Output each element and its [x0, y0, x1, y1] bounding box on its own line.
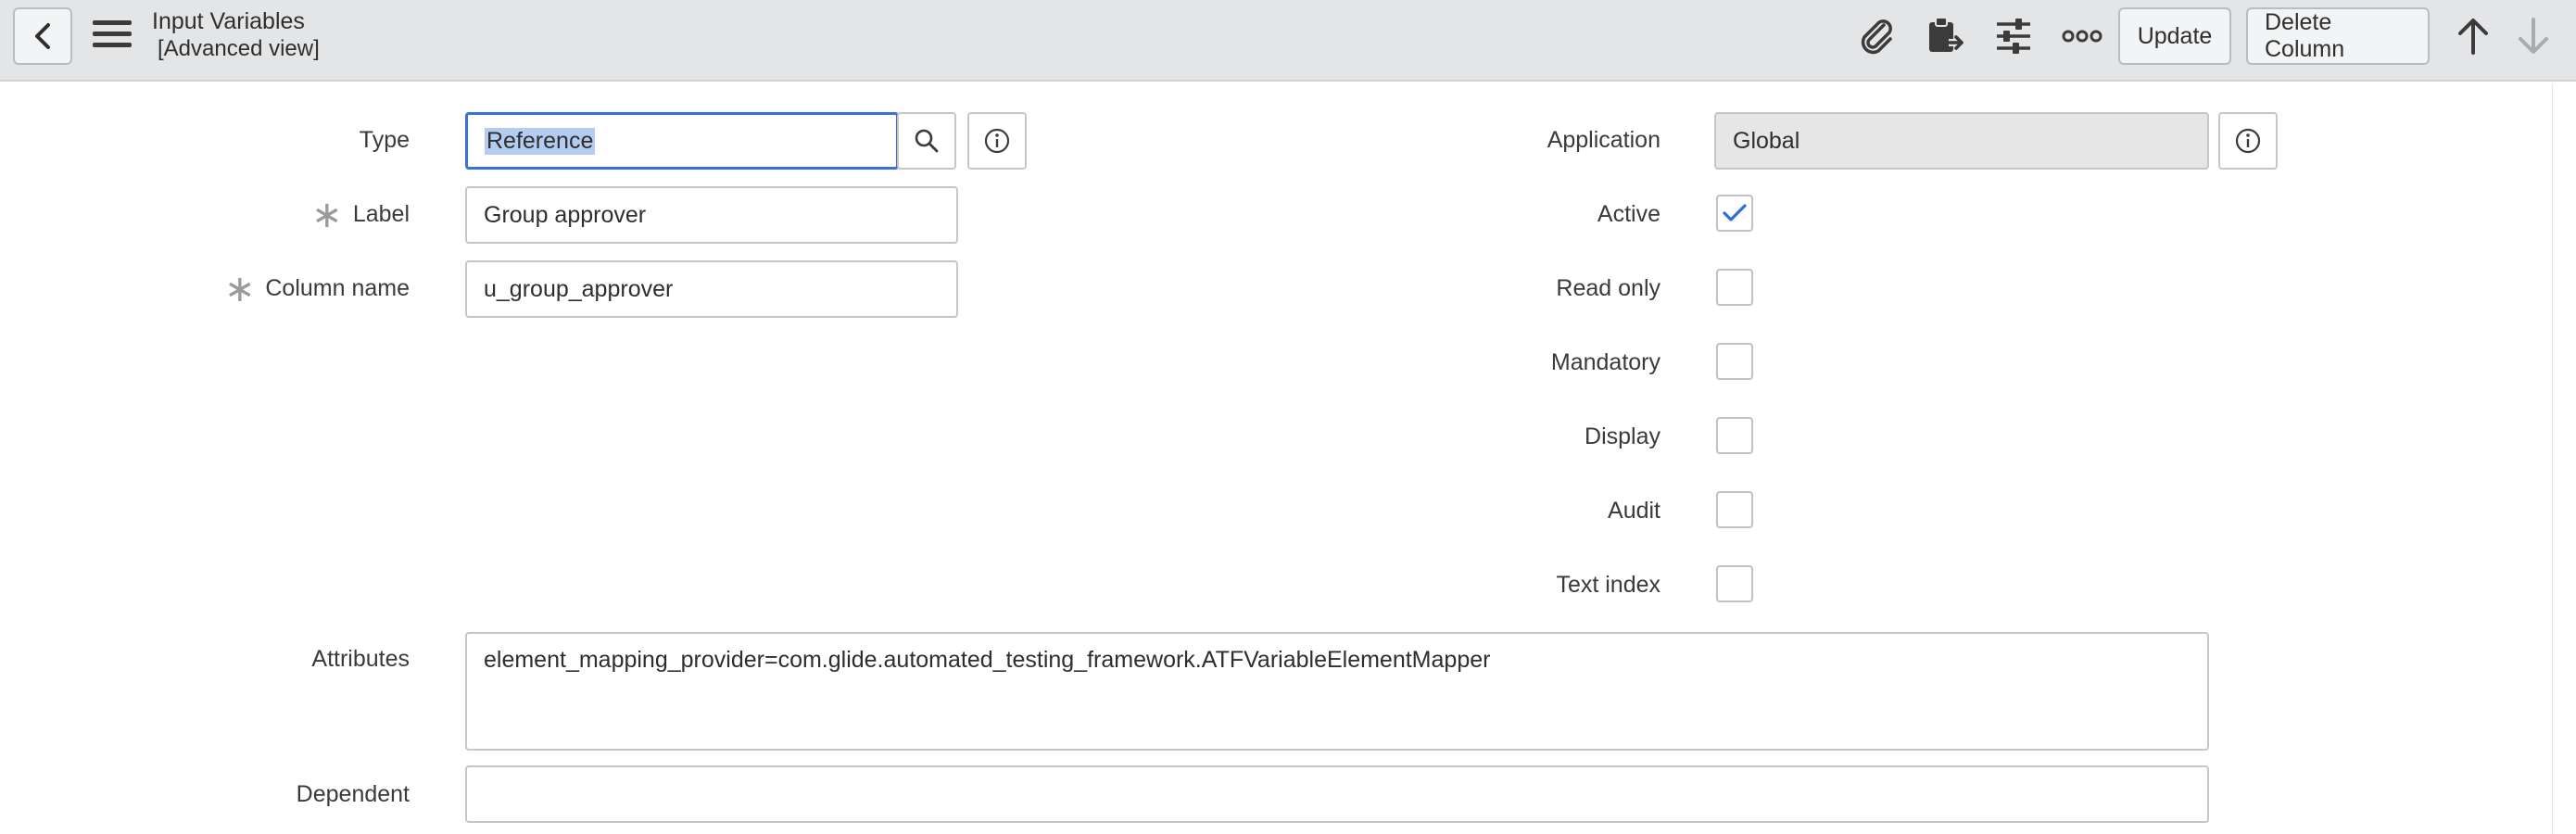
- settings-button[interactable]: [1990, 13, 2037, 59]
- application-field: Global: [1714, 112, 2209, 170]
- audit-checkbox[interactable]: [1716, 491, 1753, 528]
- type-lookup-button[interactable]: [897, 112, 956, 170]
- display-label: Display: [1585, 423, 1661, 449]
- attributes-textarea[interactable]: element_mapping_provider=com.glide.autom…: [465, 632, 2209, 751]
- read-only-label: Read only: [1556, 275, 1661, 301]
- delete-column-button[interactable]: Delete Column: [2246, 7, 2430, 65]
- info-icon: [2235, 128, 2261, 154]
- arrow-up-icon: [2458, 19, 2488, 55]
- type-label: Type: [359, 127, 410, 153]
- form-header: Input Variables [Advanced view] Update D…: [0, 0, 2576, 82]
- clipboard-icon: [1929, 17, 1964, 52]
- info-icon: [984, 128, 1010, 154]
- mandatory-label: Mandatory: [1550, 349, 1661, 375]
- previous-record-button[interactable]: [2450, 13, 2496, 59]
- view-subtitle: [Advanced view]: [158, 36, 320, 61]
- attachment-button[interactable]: [1853, 13, 1900, 59]
- chevron-left-icon: [35, 23, 50, 49]
- text-index-label: Text index: [1556, 572, 1661, 598]
- application-label: Application: [1547, 127, 1661, 153]
- search-icon: [915, 129, 939, 153]
- checkmark-icon: [1723, 204, 1747, 221]
- active-label: Active: [1597, 201, 1661, 227]
- column-name-input[interactable]: u_group_approver: [465, 260, 958, 318]
- sliders-icon: [1997, 19, 2030, 54]
- attributes-label: Attributes: [311, 646, 410, 672]
- next-record-button[interactable]: [2515, 13, 2552, 59]
- type-info-button[interactable]: [967, 112, 1027, 170]
- more-icon: [2062, 30, 2102, 43]
- read-only-checkbox[interactable]: [1716, 269, 1753, 306]
- audit-label: Audit: [1608, 498, 1661, 524]
- type-input[interactable]: Reference: [465, 112, 899, 170]
- column-name-label: Column name: [265, 275, 410, 301]
- hamburger-menu-button[interactable]: [93, 20, 132, 52]
- page-title: Input Variables: [152, 8, 305, 34]
- back-button[interactable]: [13, 7, 72, 65]
- label-field-label: Label: [352, 201, 410, 227]
- dependent-input[interactable]: [465, 765, 2209, 823]
- paperclip-icon: [1861, 19, 1892, 55]
- label-input[interactable]: Group approver: [465, 186, 958, 244]
- display-checkbox[interactable]: [1716, 417, 1753, 454]
- type-value: Reference: [485, 127, 596, 155]
- text-index-checkbox[interactable]: [1716, 565, 1753, 602]
- clipboard-button[interactable]: [1922, 13, 1968, 59]
- application-info-button[interactable]: [2218, 112, 2278, 170]
- dependent-label: Dependent: [296, 781, 410, 807]
- update-button[interactable]: Update: [2118, 7, 2231, 65]
- active-checkbox[interactable]: [1716, 195, 1753, 232]
- arrow-down-icon: [2519, 18, 2548, 54]
- more-options-button[interactable]: [2059, 13, 2105, 59]
- scrollbar[interactable]: [2552, 83, 2576, 834]
- page-title-block: Input Variables [Advanced view]: [152, 7, 320, 63]
- hamburger-icon: [93, 20, 132, 25]
- mandatory-checkbox[interactable]: [1716, 343, 1753, 380]
